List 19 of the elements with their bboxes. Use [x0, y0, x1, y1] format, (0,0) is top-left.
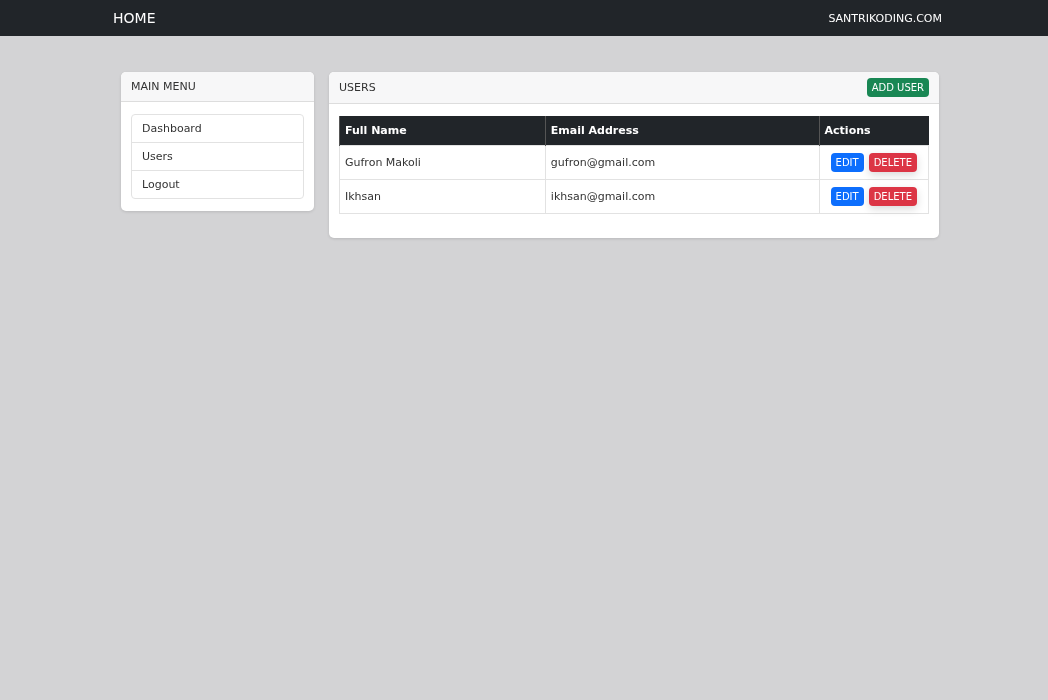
- column-header: Actions: [819, 116, 929, 146]
- site-link[interactable]: SANTRIKODING.COM: [828, 11, 942, 25]
- card-title: MAIN MENU: [131, 80, 197, 93]
- table-cell: Gufron Makoli: [339, 145, 546, 180]
- table-cell: Ikhsan: [339, 179, 546, 214]
- column-header: Full Name: [339, 116, 546, 146]
- menu-item[interactable]: Dashboard: [132, 115, 303, 143]
- card-title: USERS: [339, 81, 376, 94]
- delete-button[interactable]: DELETE: [868, 153, 917, 172]
- column-header: Email Address: [545, 116, 820, 146]
- menu-item[interactable]: Logout: [132, 171, 303, 198]
- table-cell: ikhsan@gmail.com: [545, 179, 820, 214]
- add-user-button[interactable]: ADD USER: [866, 78, 929, 97]
- home-link[interactable]: HOME: [113, 10, 156, 26]
- edit-button[interactable]: EDIT: [830, 153, 864, 172]
- delete-button[interactable]: DELETE: [868, 187, 917, 206]
- menu-item[interactable]: Users: [132, 143, 303, 171]
- table-cell: gufron@gmail.com: [545, 145, 820, 180]
- edit-button[interactable]: EDIT: [830, 187, 864, 206]
